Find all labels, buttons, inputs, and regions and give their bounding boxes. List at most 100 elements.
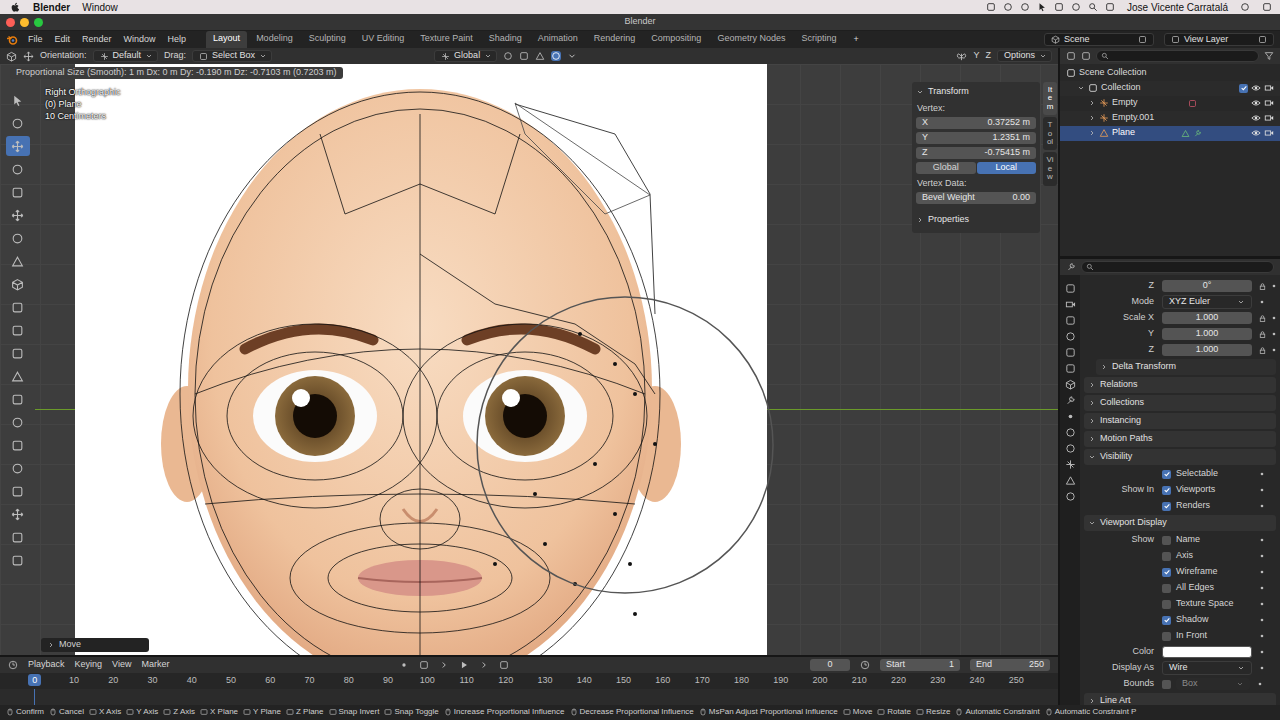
dropdown-field[interactable]: XYZ Euler [1162,295,1252,309]
snap-target[interactable] [535,51,545,61]
camera-icon[interactable] [1264,128,1274,138]
properties-search-field[interactable] [1081,261,1274,273]
record[interactable] [399,660,409,670]
editor-type[interactable] [6,51,17,62]
bounds-dropdown[interactable]: Box [1176,678,1250,690]
window-button[interactable] [20,18,29,27]
tool-button[interactable] [6,274,30,294]
workspace-tab[interactable]: Layout [206,31,247,48]
space-button[interactable]: Local [977,162,1037,174]
menu-item[interactable]: Edit [55,35,71,45]
scene-selector[interactable]: Scene [1044,33,1154,47]
panel-header[interactable]: Viewport Display [1084,515,1276,531]
checkbox-field[interactable]: Axis [1162,551,1252,561]
checkbox-field[interactable]: In Front [1162,631,1252,641]
app-menu[interactable]: Blender [33,2,70,13]
collapsed-arrow-icon[interactable] [1088,129,1096,137]
timeline-menu[interactable]: Keying [75,660,103,670]
add-workspace-button[interactable]: + [853,35,858,45]
checkbox-field[interactable]: Selectable [1162,469,1252,479]
tool-button[interactable] [6,527,30,547]
mirror-axis-button[interactable]: Z [985,51,991,61]
tool-button[interactable] [6,90,30,110]
outliner-search-field[interactable] [1096,50,1259,62]
properties-tab[interactable] [1065,491,1076,502]
expanded-arrow-icon[interactable] [1077,84,1085,92]
workspace-tab[interactable]: Rendering [587,31,643,48]
properties-tab[interactable] [1065,315,1076,326]
properties-tab[interactable] [1065,299,1076,310]
tool-button[interactable] [6,251,30,271]
window-button[interactable] [6,18,15,27]
checkbox[interactable] [1162,552,1171,561]
panel-header[interactable]: Motion Paths [1084,431,1276,447]
properties-tab[interactable] [1065,443,1076,454]
number-field[interactable]: 1.000 [1162,344,1252,356]
eye-icon[interactable] [1251,98,1261,108]
workspace-tab[interactable]: Shading [482,31,529,48]
panel-header[interactable]: Collections [1084,395,1276,411]
properties-tab[interactable] [1065,475,1076,486]
sidebar-tab[interactable]: View [1043,152,1057,185]
pivot-dropdown[interactable]: Global [434,50,497,62]
properties-tab[interactable] [1065,459,1076,470]
properties-tab[interactable] [1065,379,1076,390]
checkbox-field[interactable]: Viewports [1162,485,1252,495]
viewport-canvas[interactable]: TransformVertex:X0.37252 mY1.2351 mZ-0.7… [35,64,1058,655]
menu-item[interactable]: File [28,35,43,45]
3d-viewport[interactable]: TransformVertex:X0.37252 mY1.2351 mZ-0.7… [0,64,1058,655]
number-field[interactable]: 1.000 [1162,328,1252,340]
properties-tab[interactable] [1065,363,1076,374]
panel-header[interactable]: Visibility [1084,449,1276,465]
falloff[interactable] [567,51,577,61]
panel-header[interactable]: Delta Transform [1096,359,1276,375]
workspace-tab[interactable]: UV Editing [355,31,412,48]
number-field[interactable]: 0° [1162,280,1252,292]
tool-button[interactable] [6,320,30,340]
current-frame-field[interactable]: 0 [810,659,850,671]
start-frame-field[interactable]: Start1 [880,659,960,671]
tool-button[interactable] [6,136,30,156]
timeline-menu[interactable]: Playback [28,660,65,670]
checkbox[interactable] [1162,632,1171,641]
playback-control-4[interactable] [499,660,509,670]
workspace-tab[interactable]: Texture Paint [413,31,480,48]
camera-icon[interactable] [1264,83,1274,93]
tool-button[interactable] [6,389,30,409]
checkbox[interactable] [1162,616,1171,625]
outliner-row[interactable]: Collection [1060,81,1280,96]
mirror-axis-button[interactable]: Y [973,51,979,61]
workspace-tab[interactable]: Scripting [794,31,843,48]
panel-header[interactable]: Relations [1084,377,1276,393]
vertex-coordinate-field[interactable]: Y1.2351 m [916,132,1036,144]
mac-menu-item[interactable]: Window [82,2,118,13]
playback-control-2[interactable] [459,660,469,670]
tool-button[interactable] [6,228,30,248]
checkbox[interactable] [1162,486,1171,495]
space-button[interactable]: Global [916,162,976,174]
properties-editor-type[interactable] [1066,262,1076,272]
tool-button[interactable] [6,205,30,225]
properties-tab[interactable] [1065,427,1076,438]
pivot-point[interactable] [503,51,513,61]
timeline-menu[interactable]: Marker [141,660,169,670]
tool-button[interactable] [6,159,30,179]
dropdown-field[interactable]: Wire [1162,661,1252,675]
properties-tab[interactable] [1065,331,1076,342]
outliner-row[interactable]: Empty.001 [1060,111,1280,126]
window-button[interactable] [34,18,43,27]
filter[interactable] [1264,51,1274,61]
properties-panel-header[interactable]: Properties [916,213,1036,227]
tool-button[interactable] [6,458,30,478]
tool-button[interactable] [6,343,30,363]
playback-control-1[interactable] [439,660,449,670]
end-frame-field[interactable]: End250 [970,659,1050,671]
workspace-tab[interactable]: Sculpting [302,31,353,48]
tool-button[interactable] [6,550,30,570]
outliner-row[interactable]: Plane [1060,126,1280,141]
preview-range[interactable] [860,660,870,670]
eye-icon[interactable] [1251,83,1261,93]
checkbox-field[interactable]: Box [1162,678,1250,690]
timeline-menu[interactable]: View [112,660,131,670]
vertex-coordinate-field[interactable]: X0.37252 m [916,117,1036,129]
